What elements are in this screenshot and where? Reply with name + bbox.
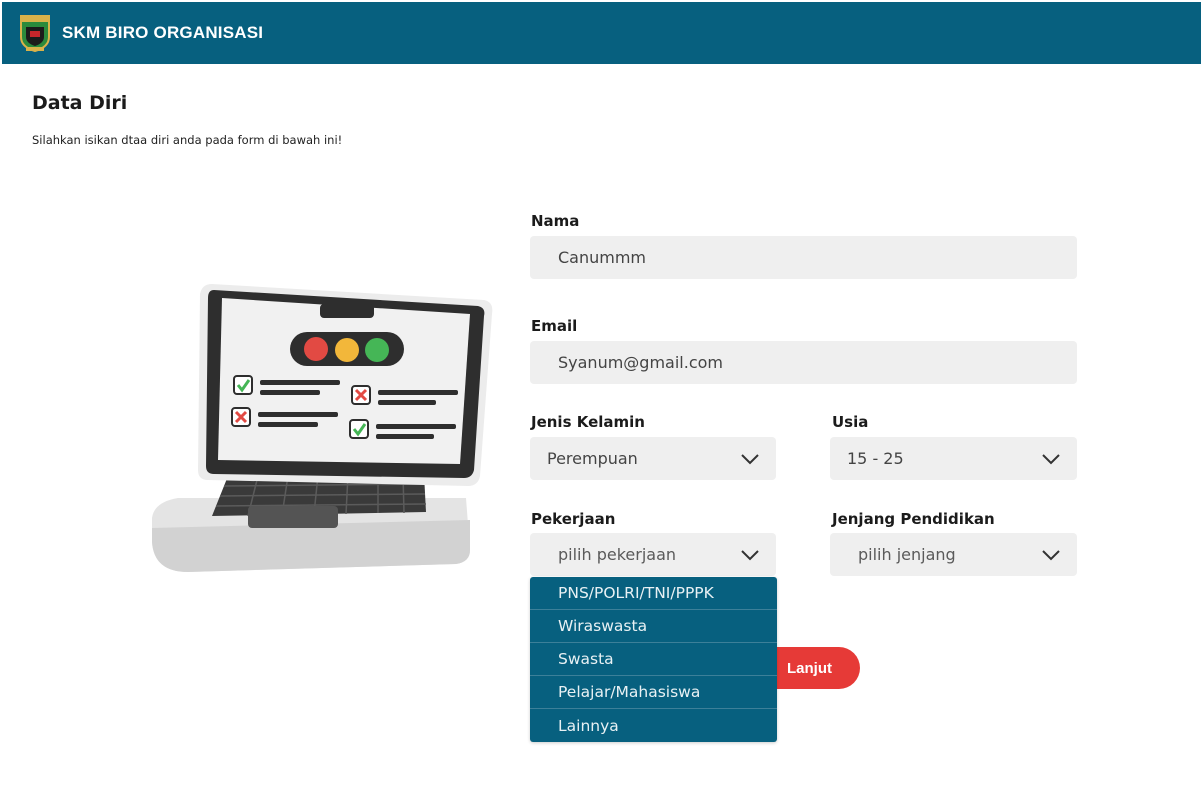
jenjang-pendidikan-label: Jenjang Pendidikan bbox=[832, 510, 995, 528]
app-title: SKM BIRO ORGANISASI bbox=[62, 23, 264, 42]
nama-label: Nama bbox=[531, 212, 580, 230]
pekerjaan-option[interactable]: Lainnya bbox=[530, 709, 777, 742]
chevron-down-icon bbox=[741, 453, 759, 464]
jenis-kelamin-value: Perempuan bbox=[547, 449, 638, 468]
pekerjaan-option[interactable]: Swasta bbox=[530, 643, 777, 676]
usia-select[interactable]: 15 - 25 bbox=[830, 437, 1077, 480]
pekerjaan-label: Pekerjaan bbox=[531, 510, 616, 528]
chevron-down-icon bbox=[741, 549, 759, 560]
page-title: Data Diri bbox=[32, 92, 128, 114]
chevron-down-icon bbox=[1042, 453, 1060, 464]
pekerjaan-option[interactable]: PNS/POLRI/TNI/PPPK bbox=[530, 577, 777, 610]
email-label: Email bbox=[531, 317, 578, 335]
jenjang-pendidikan-select[interactable]: pilih jenjang bbox=[830, 533, 1077, 576]
app-header: SKM BIRO ORGANISASI bbox=[2, 2, 1201, 64]
chevron-down-icon bbox=[1042, 549, 1060, 560]
pekerjaan-dropdown: PNS/POLRI/TNI/PPPK Wiraswasta Swasta Pel… bbox=[530, 577, 777, 742]
jenis-kelamin-label: Jenis Kelamin bbox=[531, 413, 645, 431]
pekerjaan-select[interactable]: pilih pekerjaan bbox=[530, 533, 776, 576]
usia-label: Usia bbox=[832, 413, 869, 431]
pekerjaan-option[interactable]: Pelajar/Mahasiswa bbox=[530, 676, 777, 709]
email-input[interactable]: Syanum@gmail.com bbox=[530, 341, 1077, 384]
pekerjaan-placeholder: pilih pekerjaan bbox=[558, 545, 677, 564]
email-value: Syanum@gmail.com bbox=[558, 353, 723, 372]
page-subtitle: Silahkan isikan dtaa diri anda pada form… bbox=[32, 133, 343, 147]
province-emblem-icon bbox=[20, 15, 50, 53]
jenis-kelamin-select[interactable]: Perempuan bbox=[530, 437, 776, 480]
nama-input[interactable]: Canummm bbox=[530, 236, 1077, 279]
usia-value: 15 - 25 bbox=[847, 449, 904, 468]
pekerjaan-option[interactable]: Wiraswasta bbox=[530, 610, 777, 643]
jenjang-placeholder: pilih jenjang bbox=[858, 545, 956, 564]
survey-laptop-illustration bbox=[152, 284, 493, 572]
nama-value: Canummm bbox=[558, 248, 647, 267]
